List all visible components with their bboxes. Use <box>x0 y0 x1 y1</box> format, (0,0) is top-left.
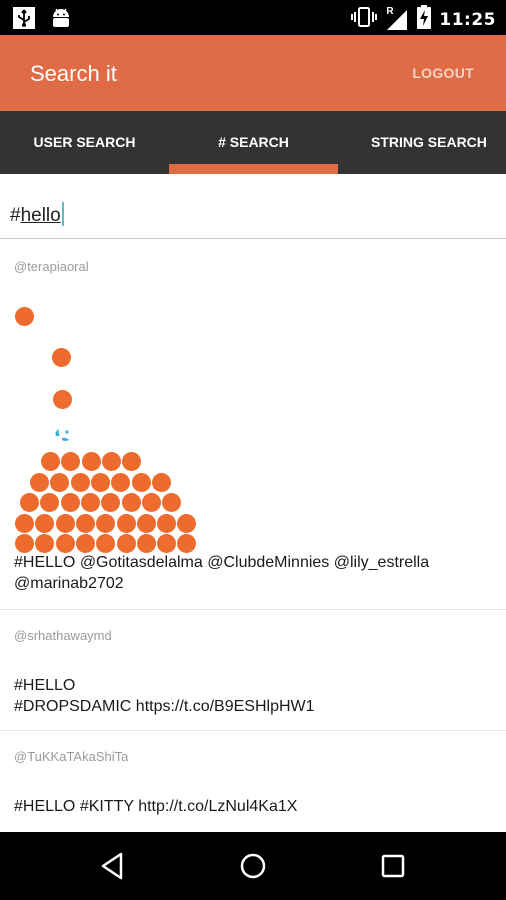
pile-dot <box>80 493 100 512</box>
app-bar: Search it LOGOUT <box>0 35 506 111</box>
selected-tab-indicator <box>169 164 338 174</box>
tab-bar: USER SEARCH # SEARCH STRING SEARCH <box>0 111 506 174</box>
usb-icon <box>12 6 36 35</box>
recents-icon <box>381 854 405 878</box>
recents-button[interactable] <box>373 846 413 886</box>
list-item[interactable]: @TuKKaTAkaShiTa #HELLO #KITTY http://t.c… <box>0 731 506 832</box>
android-icon <box>50 6 72 35</box>
tweet-text-line: #HELLO <box>14 677 76 694</box>
tab-label: # SEARCH <box>218 134 289 150</box>
clock: 11:25 <box>439 9 496 30</box>
pile-dot <box>157 534 177 553</box>
pile-dot <box>15 514 34 533</box>
hash-prefix: # <box>10 205 21 226</box>
pile-dot <box>162 493 182 512</box>
dot-pile <box>0 299 220 559</box>
pile-dot <box>41 452 60 471</box>
text-cursor <box>61 202 64 226</box>
pile-dot <box>75 514 95 533</box>
tweet-image <box>0 299 220 559</box>
battery-charging-icon <box>417 5 432 34</box>
navigation-bar <box>0 832 506 900</box>
home-icon <box>240 853 266 879</box>
search-input[interactable]: #hello <box>0 174 506 239</box>
tweet-text: #HELLO #KITTY http://t.co/LzNul4Ka1X <box>14 798 298 815</box>
search-field-text[interactable]: #hello <box>10 202 64 227</box>
pile-dot <box>60 493 80 512</box>
pile-dot <box>15 534 34 553</box>
pile-dot <box>70 473 90 492</box>
status-bar: R 11:25 <box>0 0 506 35</box>
pile-dot <box>157 514 177 533</box>
pile-dot <box>116 514 136 533</box>
logout-button[interactable]: LOGOUT <box>412 65 474 81</box>
tweet-text: #HELLO #DROPSDAMIC https://t.co/B9ESHlpH… <box>14 675 494 717</box>
pile-dot <box>35 534 55 553</box>
back-icon <box>101 852 123 880</box>
pile-dot <box>96 514 116 533</box>
tweet-username: @terapiaoral <box>14 259 89 274</box>
pile-dot <box>90 473 110 492</box>
pile-dot <box>30 473 49 492</box>
pile-dot <box>136 534 156 553</box>
pile-dot <box>131 473 151 492</box>
roaming-label: R <box>386 5 394 17</box>
pile-dot <box>61 452 81 471</box>
pile-dot <box>151 473 171 492</box>
pile-dot <box>20 493 39 512</box>
tweet-username: @srhathawaymd <box>14 628 112 643</box>
pile-dot <box>177 514 197 533</box>
tab-label: STRING SEARCH <box>371 134 487 150</box>
list-item[interactable]: @srhathawaymd #HELLO #DROPSDAMIC https:/… <box>0 610 506 731</box>
pile-dot <box>35 514 55 533</box>
search-value: hello <box>20 205 61 226</box>
pile-dot <box>121 493 141 512</box>
tab-user-search[interactable]: USER SEARCH <box>0 111 169 174</box>
tweet-text: #HELLO @Gotitasdelalma @ClubdeMinnies @l… <box>14 554 430 592</box>
pile-dot <box>55 534 75 553</box>
pile-dot <box>116 534 136 553</box>
pile-dot <box>177 534 197 553</box>
pile-dot <box>75 534 95 553</box>
pile-dot <box>122 452 142 471</box>
app-title: Search it <box>30 61 117 86</box>
pile-dot <box>96 534 116 553</box>
home-button[interactable] <box>233 846 273 886</box>
pile-dot <box>50 473 70 492</box>
tab-label: USER SEARCH <box>33 134 136 150</box>
pile-dot <box>55 514 75 533</box>
tab-string-search[interactable]: STRING SEARCH <box>338 111 506 174</box>
tweet-text-line: #DROPSDAMIC https://t.co/B9ESHlpHW1 <box>14 698 315 715</box>
tweet-username: @TuKKaTAkaShiTa <box>14 749 129 764</box>
pile-dot <box>101 452 121 471</box>
pile-dot <box>40 493 60 512</box>
pile-dot <box>81 452 101 471</box>
tab-hashtag-search[interactable]: # SEARCH <box>169 111 338 174</box>
signal-icon: R <box>385 5 409 32</box>
back-button[interactable] <box>92 846 132 886</box>
pile-dot <box>111 473 131 492</box>
pile-dot <box>136 514 156 533</box>
pile-dot <box>141 493 161 512</box>
pile-dot <box>101 493 121 512</box>
vibrate-icon <box>351 5 378 34</box>
list-item[interactable]: @terapiaoral #HELLO @Gotitasdelalma @Clu… <box>0 239 506 610</box>
